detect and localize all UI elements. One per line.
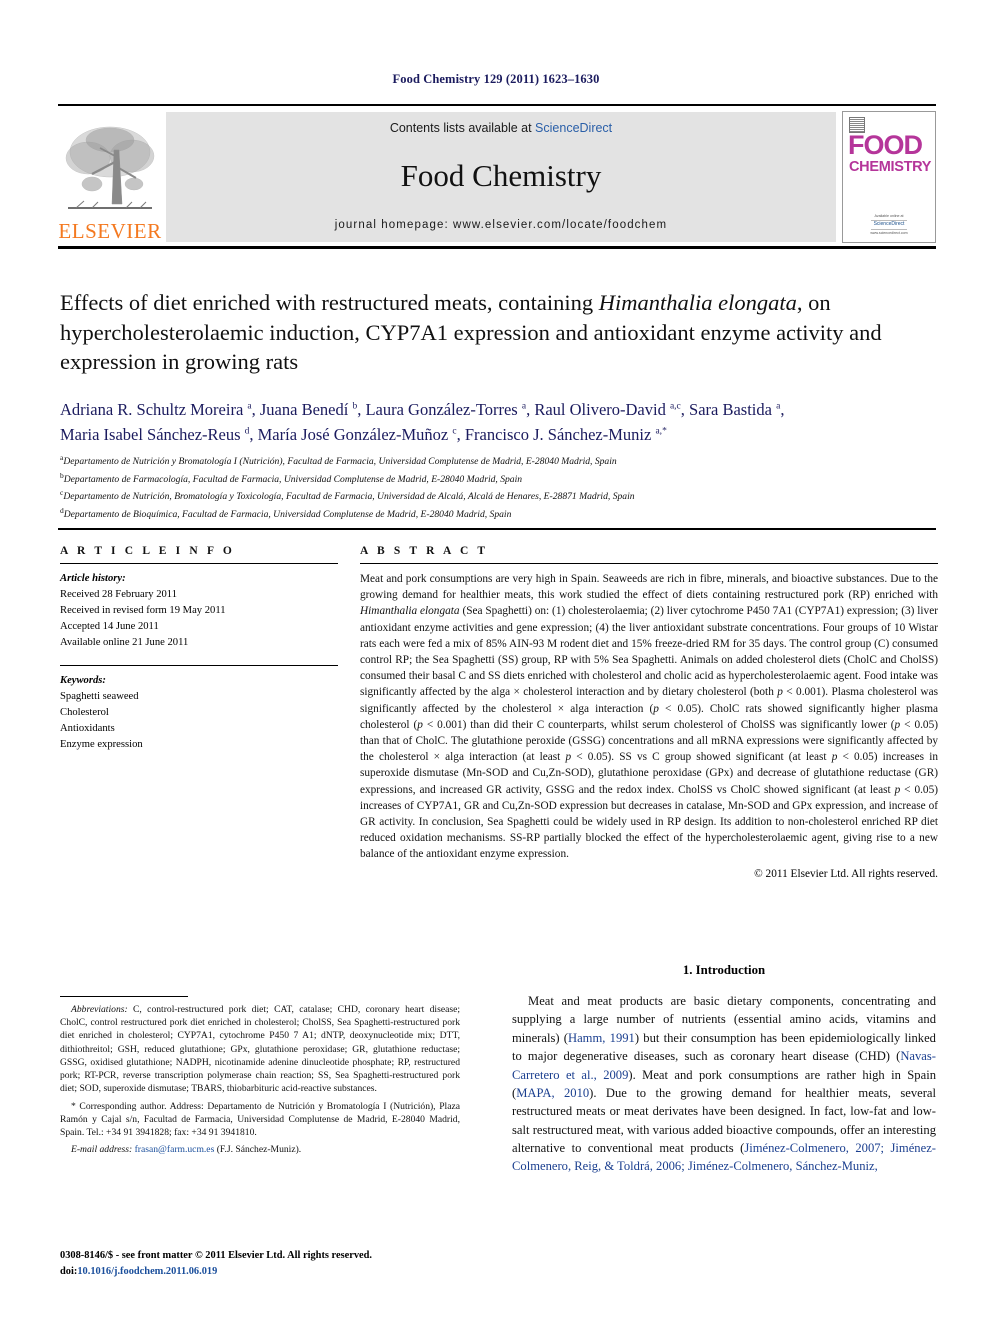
contents-available-line: Contents lists available at ScienceDirec… [390, 121, 612, 135]
email-suffix: (F.J. Sánchez-Muniz). [214, 1144, 302, 1156]
article-history-label: Article history: [60, 573, 126, 584]
abbreviations-label: Abbreviations: [71, 1004, 128, 1015]
info-top-rule [58, 528, 936, 530]
journal-band: Contents lists available at ScienceDirec… [166, 112, 836, 242]
article-info-heading: A R T I C L E I N F O [60, 545, 235, 557]
info-abstract-region: A R T I C L E I N F O Article history: R… [60, 545, 938, 880]
footnote-separator-rule [60, 996, 188, 997]
abstract-species-name: Himanthalia elongata [360, 605, 460, 618]
cover-sd-brand: ScienceDirect [870, 220, 908, 230]
email-footnote: E-mail address: frasan@farm.ucm.es (F.J.… [60, 1143, 460, 1156]
abbreviations-text: C, control-restructured pork diet; CAT, … [60, 1004, 460, 1095]
title-block: Effects of diet enriched with restructur… [60, 288, 936, 377]
author-line-1: Adriana R. Schultz Moreira a, Juana Bene… [60, 400, 785, 419]
article-history-list: Received 28 February 2011 Received in re… [60, 587, 338, 651]
running-head: Food Chemistry 129 (2011) 1623–1630 [392, 72, 600, 86]
journal-cover-thumbnail[interactable]: FOOD CHEMISTRY Available online at Scien… [842, 111, 936, 243]
journal-masthead: ELSEVIER Contents lists available at Sci… [58, 104, 936, 243]
introduction-heading: 1. Introduction [682, 963, 766, 977]
article-info-column: A R T I C L E I N F O Article history: R… [60, 545, 338, 880]
email-link[interactable]: frasan@farm.ucm.es [135, 1144, 215, 1155]
history-item: Received 28 February 2011 [60, 588, 177, 600]
author-line-2: Maria Isabel Sánchez-Reus d, María José … [60, 424, 667, 444]
abstract-heading: A B S T R A C T [360, 545, 489, 557]
introduction-paragraph: Meat and meat products are basic dietary… [512, 992, 936, 1176]
elsevier-logo: ELSEVIER [58, 110, 162, 244]
abstract-seg: (Sea Spaghetti) on: (1) cholesterolaemia… [360, 605, 938, 699]
introduction-column: 1. Introduction Meat and meat products a… [512, 963, 936, 1176]
keyword-item: Cholesterol [60, 707, 109, 719]
doi-prefix: doi: [60, 1265, 78, 1277]
elsevier-wordmark: ELSEVIER [58, 219, 162, 243]
author-list: Adriana R. Schultz Moreira a, Juana Bene… [60, 398, 940, 448]
affiliation-text: Departamento de Nutrición y Bromatología… [63, 456, 617, 468]
footnotes-column: Abbreviations: C, control-restructured p… [60, 996, 460, 1161]
sciencedirect-link[interactable]: ScienceDirect [535, 121, 612, 135]
keyword-item: Antioxidants [60, 723, 115, 735]
keywords-label: Keywords: [60, 675, 106, 687]
cover-sciencedirect-badge: Available online at ScienceDirect www.sc… [857, 214, 921, 236]
affiliation-text: Departamento de Farmacología, Facultad d… [63, 473, 523, 485]
abstract-column: A B S T R A C T Meat and pork consumptio… [360, 545, 938, 880]
affiliation-item: bDepartamento de Farmacología, Facultad … [60, 470, 940, 488]
history-item: Accepted 14 June 2011 [60, 621, 159, 633]
corresponding-author-footnote: * Corresponding author. Address: Departa… [60, 1100, 460, 1140]
history-item: Received in revised form 19 May 2011 [60, 604, 226, 616]
abstract-seg: Meat and pork consumptions are very high… [360, 573, 938, 602]
citation-link[interactable]: MAPA, 2010 [516, 1086, 589, 1100]
issn-line: 0308-8146/$ - see front matter © 2011 El… [60, 1250, 373, 1261]
issn-doi-block: 0308-8146/$ - see front matter © 2011 El… [60, 1248, 480, 1279]
affiliation-text: Departamento de Bioquímica, Facultad de … [63, 509, 512, 521]
cover-sd-top: Available online at [874, 213, 904, 218]
abstract-seg: < 0.05). SS vs C group showed significan… [571, 751, 832, 764]
title-species-name: Himanthalia elongata [598, 290, 797, 315]
keyword-item: Spaghetti seaweed [60, 691, 139, 703]
doi-line: doi:10.1016/j.foodchem.2011.06.019 [60, 1264, 480, 1280]
cover-sd-bottom: www.sciencedirect.com [870, 230, 908, 235]
paper-page: Food Chemistry 129 (2011) 1623–1630 ELSE… [0, 0, 992, 1323]
keywords-list: Spaghetti seaweed Cholesterol Antioxidan… [60, 689, 338, 753]
email-label: E-mail address: [71, 1144, 133, 1156]
cover-title-chemistry: CHEMISTRY [849, 159, 932, 175]
affiliation-list: aDepartamento de Nutrición y Bromatologí… [60, 452, 940, 523]
elsevier-tree-icon [65, 126, 155, 209]
affiliation-text: Departamento de Nutrición, Bromatología … [63, 491, 635, 503]
masthead-bottom-rule [58, 246, 936, 249]
abstract-seg: < 0.001) than did their C counterparts, … [422, 718, 895, 731]
keywords-rule [60, 665, 338, 667]
doi-link[interactable]: 10.1016/j.foodchem.2011.06.019 [77, 1266, 217, 1277]
column-gap [338, 545, 360, 880]
corresponding-author-text: Corresponding author. Address: Departame… [60, 1100, 460, 1139]
affiliation-item: dDepartamento de Bioquímica, Facultad de… [60, 505, 940, 523]
cover-title-food: FOOD [848, 130, 923, 160]
page-title: Effects of diet enriched with restructur… [60, 288, 936, 377]
abstract-copyright: © 2011 Elsevier Ltd. All rights reserved… [754, 867, 938, 880]
affiliation-item: cDepartamento de Nutrición, Bromatología… [60, 487, 940, 505]
journal-homepage[interactable]: journal homepage: www.elsevier.com/locat… [335, 219, 667, 231]
abstract-rule [360, 563, 938, 564]
keyword-item: Enzyme expression [60, 739, 143, 751]
article-info-rule [60, 563, 338, 564]
citation-link[interactable]: Hamm, 1991 [568, 1031, 635, 1045]
title-part-1: Effects of diet enriched with restructur… [60, 290, 599, 315]
abstract-body: Meat and pork consumptions are very high… [360, 571, 938, 863]
contents-prefix: Contents lists available at [389, 121, 536, 135]
abbreviations-footnote: Abbreviations: C, control-restructured p… [60, 1003, 460, 1096]
history-item: Available online 21 June 2011 [60, 637, 189, 649]
affiliation-item: aDepartamento de Nutrición y Bromatologí… [60, 452, 940, 470]
journal-title: Food Chemistry [400, 157, 602, 193]
